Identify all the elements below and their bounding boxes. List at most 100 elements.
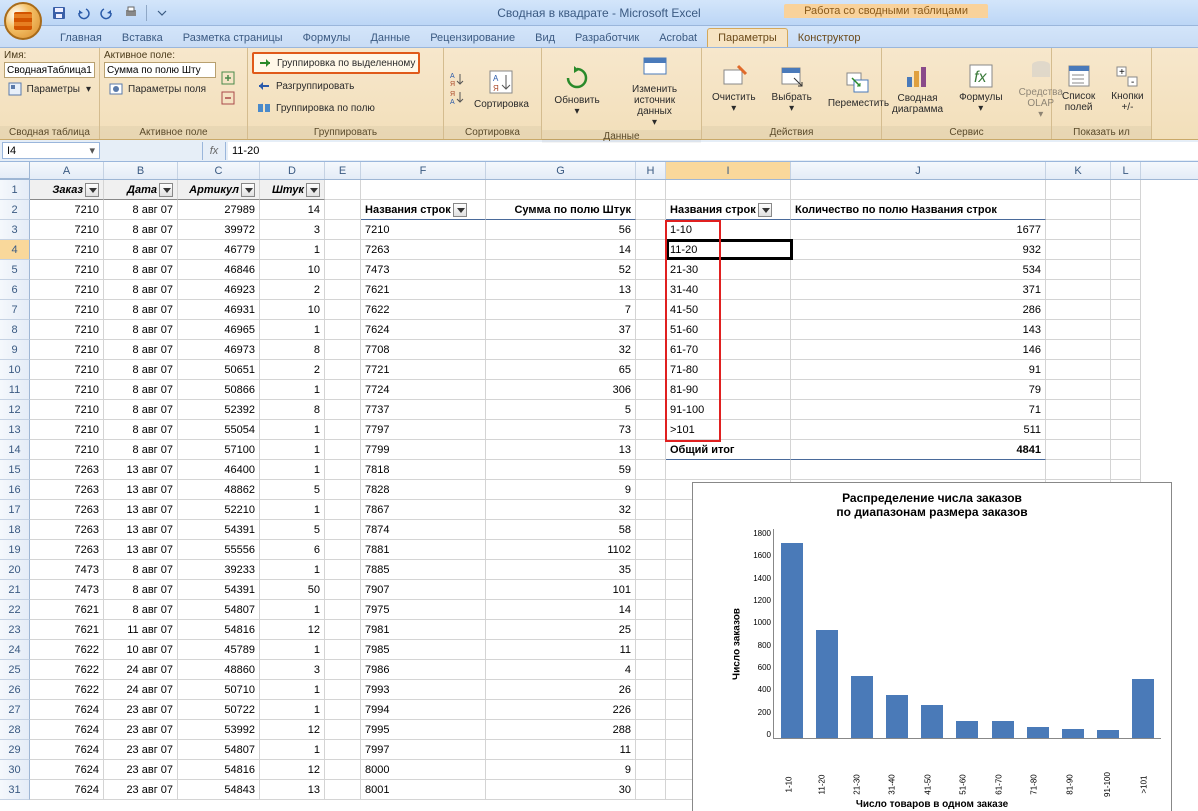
cell[interactable]: Сумма по полю Штук <box>486 200 636 220</box>
row-header[interactable]: 6 <box>0 280 30 300</box>
cell[interactable] <box>636 320 666 340</box>
cell[interactable]: 9 <box>486 480 636 500</box>
cell[interactable]: 21-30 <box>666 260 791 280</box>
cell[interactable]: 50722 <box>178 700 260 720</box>
tab-acrobat[interactable]: Acrobat <box>649 29 707 47</box>
cell[interactable]: 7724 <box>361 380 486 400</box>
cell[interactable]: 7994 <box>361 700 486 720</box>
cell[interactable]: 7210 <box>30 240 104 260</box>
cell[interactable] <box>636 200 666 220</box>
cell[interactable] <box>1111 220 1141 240</box>
cell[interactable]: 7885 <box>361 560 486 580</box>
tab-разметка страницы[interactable]: Разметка страницы <box>173 29 293 47</box>
cell[interactable]: 7624 <box>30 740 104 760</box>
cell[interactable] <box>325 780 361 800</box>
cell[interactable]: 7263 <box>30 460 104 480</box>
name-box[interactable]: I4▾ <box>2 142 100 159</box>
cell[interactable]: 7263 <box>361 240 486 260</box>
cell[interactable]: 46965 <box>178 320 260 340</box>
cell[interactable]: 7818 <box>361 460 486 480</box>
cell[interactable]: 52392 <box>178 400 260 420</box>
cell[interactable] <box>636 760 666 780</box>
cell[interactable] <box>325 260 361 280</box>
cell[interactable]: 8 авг 07 <box>104 260 178 280</box>
cell[interactable] <box>636 680 666 700</box>
cell[interactable] <box>1111 300 1141 320</box>
cell[interactable]: 24 авг 07 <box>104 660 178 680</box>
cell[interactable] <box>666 460 791 480</box>
tab-вставка[interactable]: Вставка <box>112 29 173 47</box>
cell[interactable]: 23 авг 07 <box>104 700 178 720</box>
cell[interactable] <box>636 360 666 380</box>
cell[interactable]: 8 авг 07 <box>104 580 178 600</box>
cell[interactable]: 27989 <box>178 200 260 220</box>
cell[interactable]: 41-50 <box>666 300 791 320</box>
cell[interactable] <box>1046 280 1111 300</box>
cell[interactable]: 7210 <box>30 440 104 460</box>
tab-параметры[interactable]: Параметры <box>707 28 788 47</box>
cell[interactable] <box>636 240 666 260</box>
cell[interactable] <box>636 420 666 440</box>
cell[interactable] <box>636 500 666 520</box>
cell[interactable] <box>1111 360 1141 380</box>
pivot-name-input[interactable] <box>4 62 95 78</box>
col-header-K[interactable]: K <box>1046 162 1111 179</box>
embedded-chart[interactable]: Распределение числа заказов по диапазона… <box>692 482 1172 811</box>
cell[interactable]: 1 <box>260 560 325 580</box>
cell[interactable] <box>636 740 666 760</box>
cell[interactable]: 8 авг 07 <box>104 340 178 360</box>
cell[interactable] <box>1046 400 1111 420</box>
row-header[interactable]: 9 <box>0 340 30 360</box>
cell[interactable] <box>325 520 361 540</box>
cell[interactable] <box>1046 320 1111 340</box>
cell[interactable]: 2 <box>260 280 325 300</box>
cell[interactable] <box>791 180 1046 200</box>
cell[interactable]: 8 <box>260 340 325 360</box>
cell[interactable] <box>1046 420 1111 440</box>
row-header[interactable]: 15 <box>0 460 30 480</box>
col-header-D[interactable]: D <box>260 162 325 179</box>
cell[interactable] <box>636 520 666 540</box>
cell[interactable]: 932 <box>791 240 1046 260</box>
cell[interactable]: Общий итог <box>666 440 791 460</box>
cell[interactable] <box>1111 340 1141 360</box>
cell[interactable]: 1 <box>260 600 325 620</box>
cell[interactable]: 286 <box>791 300 1046 320</box>
cell[interactable] <box>325 600 361 620</box>
cell[interactable]: 54391 <box>178 520 260 540</box>
cell[interactable]: 11 <box>486 740 636 760</box>
select-all-corner[interactable] <box>0 162 30 179</box>
cell[interactable]: 1 <box>260 700 325 720</box>
cell[interactable]: 13 <box>486 440 636 460</box>
sort-desc-icon[interactable]: ЯА <box>448 89 464 105</box>
cell[interactable]: 8001 <box>361 780 486 800</box>
cell[interactable]: 7993 <box>361 680 486 700</box>
cell[interactable] <box>1111 180 1141 200</box>
cell[interactable] <box>636 780 666 800</box>
cell[interactable]: 8000 <box>361 760 486 780</box>
cell[interactable]: 8 авг 07 <box>104 320 178 340</box>
cell[interactable]: 46400 <box>178 460 260 480</box>
cell[interactable]: 50 <box>260 580 325 600</box>
cell[interactable] <box>1046 220 1111 240</box>
cell[interactable]: 7473 <box>30 580 104 600</box>
cell[interactable]: 14 <box>486 240 636 260</box>
cell[interactable]: 48862 <box>178 480 260 500</box>
cell[interactable]: 1 <box>260 420 325 440</box>
buttons-button[interactable]: +-Кнопки +/- <box>1105 50 1149 126</box>
cell[interactable] <box>325 740 361 760</box>
cell[interactable]: 1-10 <box>666 220 791 240</box>
redo-icon[interactable] <box>96 3 118 23</box>
cell[interactable]: Штук <box>260 180 325 200</box>
row-header[interactable]: 26 <box>0 680 30 700</box>
cell[interactable]: 7263 <box>30 480 104 500</box>
cell[interactable]: 7797 <box>361 420 486 440</box>
cell[interactable] <box>325 320 361 340</box>
cell[interactable]: 14 <box>260 200 325 220</box>
pivot-params-button[interactable]: Параметры▾ <box>4 79 95 99</box>
cell[interactable]: 1677 <box>791 220 1046 240</box>
cell[interactable]: 46846 <box>178 260 260 280</box>
cell[interactable]: 7210 <box>30 340 104 360</box>
sort-asc-icon[interactable]: АЯ <box>448 71 464 87</box>
cell[interactable]: 52210 <box>178 500 260 520</box>
